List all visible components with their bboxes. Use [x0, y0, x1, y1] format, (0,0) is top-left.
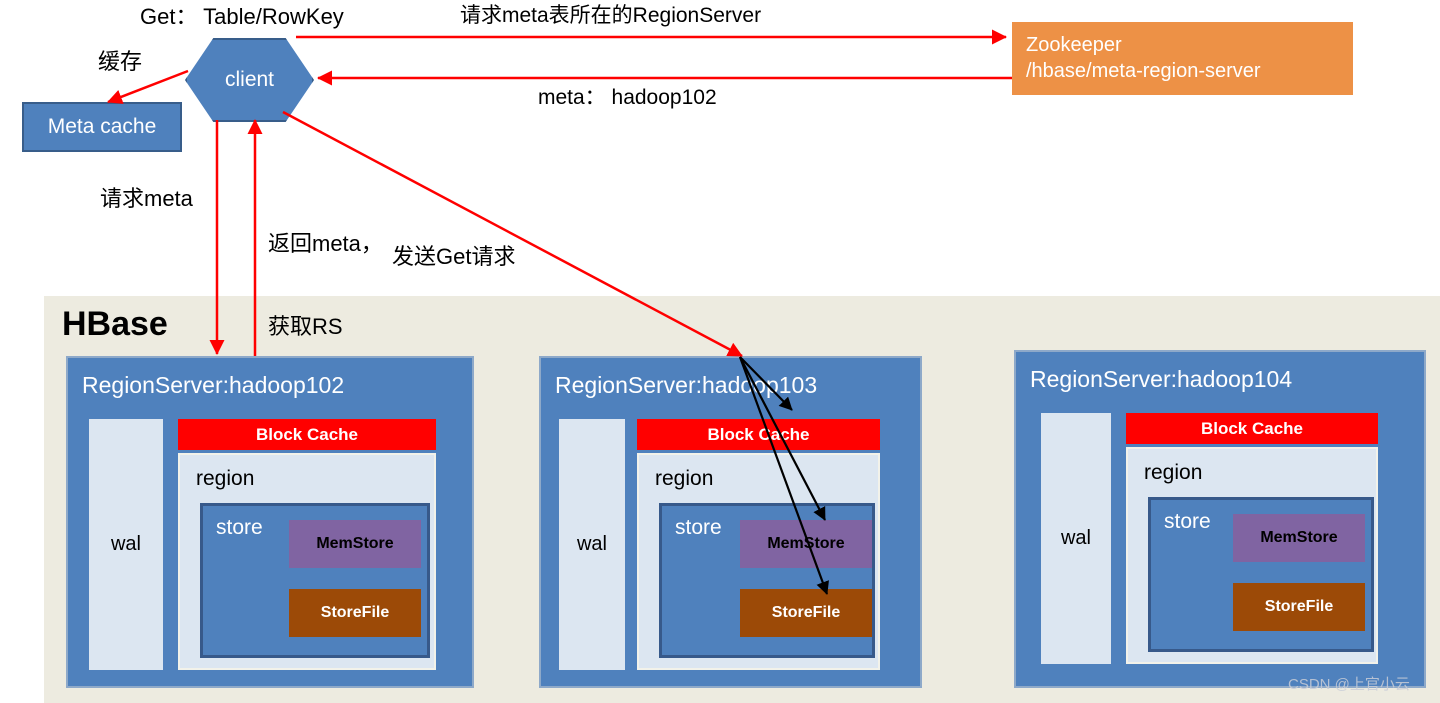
send-get-request-label: 发送Get请求 [392, 244, 516, 269]
store-hadoop104: store MemStore StoreFile [1148, 497, 1374, 652]
region-hadoop103: region store MemStore StoreFile [637, 453, 880, 670]
zookeeper-path: /hbase/meta-region-server [1026, 59, 1261, 82]
block-cache-hadoop102: Block Cache [178, 419, 436, 450]
regionserver-hadoop104: RegionServer:hadoop104 wal Block Cache r… [1014, 350, 1426, 688]
block-cache-hadoop103: Block Cache [637, 419, 880, 450]
storefile-hadoop102: StoreFile [289, 589, 421, 637]
diagram-canvas: HBase RegionServer:hadoop102 wal Block C… [0, 0, 1440, 703]
memstore-hadoop104: MemStore [1233, 514, 1365, 562]
wal-hadoop102: wal [89, 419, 163, 670]
storefile-hadoop103: StoreFile [740, 589, 872, 637]
meta-cache-box: Meta cache [22, 102, 182, 152]
request-meta-regionserver-label: 请求meta表所在的RegionServer [460, 4, 762, 27]
store-hadoop103: store MemStore StoreFile [659, 503, 875, 658]
hbase-title: HBase [62, 305, 168, 343]
region-label: region [196, 467, 255, 490]
return-meta-line2: 获取RS [268, 313, 343, 339]
regionserver-title: RegionServer:hadoop103 [555, 372, 818, 398]
region-hadoop104: region store MemStore StoreFile [1126, 447, 1378, 664]
memstore-hadoop102: MemStore [289, 520, 421, 568]
cache-label: 缓存 [98, 49, 143, 74]
region-label: region [655, 467, 714, 490]
return-meta-line1: 返回meta， [268, 231, 383, 256]
store-hadoop102: store MemStore StoreFile [200, 503, 430, 658]
region-hadoop102: region store MemStore StoreFile [178, 453, 436, 670]
meta-hadoop102-label: meta： hadoop102 [538, 86, 717, 109]
store-label: store [675, 516, 722, 539]
wal-hadoop103: wal [559, 419, 625, 670]
request-meta-label: 请求meta [100, 186, 193, 211]
region-label: region [1144, 461, 1203, 484]
zookeeper-title: Zookeeper [1026, 33, 1122, 56]
block-cache-hadoop104: Block Cache [1126, 413, 1378, 444]
regionserver-hadoop103: RegionServer:hadoop103 wal Block Cache r… [539, 356, 922, 688]
zookeeper-box: Zookeeper /hbase/meta-region-server [1012, 22, 1353, 95]
watermark: CSDN @上官小云 [1288, 676, 1410, 693]
regionserver-title: RegionServer:hadoop104 [1030, 366, 1293, 392]
memstore-hadoop103: MemStore [740, 520, 872, 568]
store-label: store [216, 516, 263, 539]
regionserver-hadoop102: RegionServer:hadoop102 wal Block Cache r… [66, 356, 474, 688]
return-meta-label: 返回meta， 获取RS [268, 175, 383, 395]
store-label: store [1164, 510, 1211, 533]
get-table-rowkey-label: Get： Table/RowKey [140, 4, 344, 29]
wal-hadoop104: wal [1041, 413, 1111, 664]
arrow-client-to-meta-cache [107, 69, 189, 104]
storefile-hadoop104: StoreFile [1233, 583, 1365, 631]
client-hexagon: client [185, 38, 314, 122]
